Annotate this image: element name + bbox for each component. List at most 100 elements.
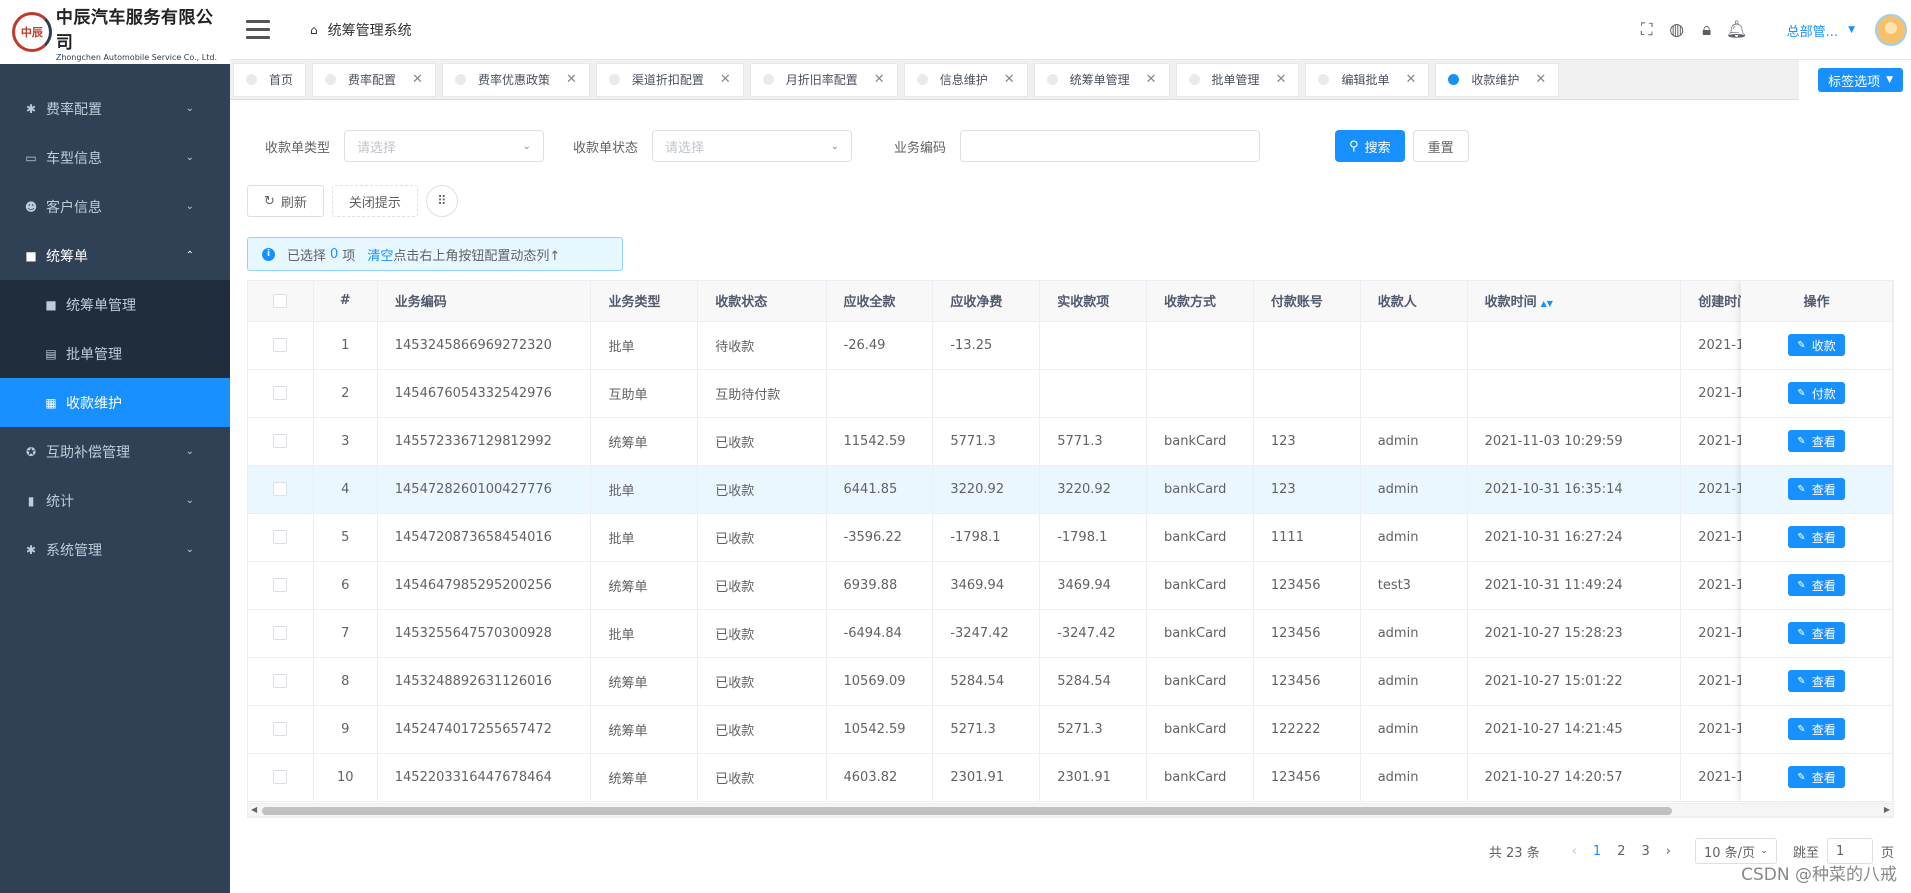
close-icon[interactable]: ✕ (874, 72, 885, 87)
search-button[interactable]: ⚲ 搜索 (1335, 130, 1405, 162)
globe-icon[interactable]: ◍ (1667, 20, 1687, 40)
tab-channel-discount[interactable]: 渠道折扣配置 ✕ (595, 62, 744, 97)
caret-down-icon[interactable]: ▼ (1848, 25, 1855, 35)
sidebar-item-payment-maintain[interactable]: ▦ 收款维护 (0, 378, 230, 427)
tab-payment-maintain[interactable]: 收款维护 ✕ (1435, 62, 1560, 97)
row-action-button[interactable]: ✎ 查看 (1788, 526, 1845, 548)
close-icon[interactable]: ✕ (720, 72, 731, 87)
close-icon[interactable]: ✕ (1535, 72, 1546, 87)
table-row[interactable]: 21454676054332542976互助单互助待付款2021-10-31 1… (248, 369, 1893, 418)
car-icon: ▭ (25, 150, 37, 165)
table-row[interactable]: 8 1453248892631126016 统筹单 已收款 10569.09 5284.5… (248, 657, 1893, 706)
page-1[interactable]: 1 (1593, 844, 1601, 859)
row-action-button[interactable]: ✎ 收款 (1788, 334, 1845, 356)
row-checkbox[interactable] (248, 609, 314, 658)
tab-policy-manage[interactable]: 统筹单管理 ✕ (1033, 62, 1170, 97)
row-checkbox[interactable] (248, 417, 314, 466)
sort-icon[interactable]: ▲▼ (1541, 299, 1553, 308)
row-action-button[interactable]: ✎ 查看 (1788, 574, 1845, 596)
payment-type-select[interactable]: 请选择 ⌄ (344, 130, 545, 162)
sidebar-item-policy-manage[interactable]: ■ 统筹单管理 (0, 280, 230, 329)
close-icon[interactable]: ✕ (1004, 72, 1015, 87)
row-action-button[interactable]: ✎ 查看 (1788, 478, 1845, 500)
sidebar-item-endorsement-manage[interactable]: ▤ 批单管理 (0, 329, 230, 378)
bell-icon[interactable]: 🔔︎ (1726, 20, 1748, 40)
row-action-button[interactable]: ✎ 查看 (1788, 718, 1845, 740)
row-action-button[interactable]: ✎ 付款 (1788, 382, 1845, 404)
avatar[interactable] (1875, 14, 1907, 46)
business-code-input[interactable] (960, 130, 1261, 162)
close-icon[interactable]: ✕ (1146, 72, 1157, 87)
payment-status-select[interactable]: 请选择 ⌄ (652, 130, 853, 162)
fullscreen-icon[interactable]: ⛶ (1637, 20, 1657, 40)
table-row[interactable]: 7 1453255647570300928 批单 已收款 -6494.84 -3247.4… (248, 609, 1893, 658)
tab-edit-endorsement[interactable]: 编辑批单 ✕ (1305, 62, 1430, 97)
table-cell: 6 (313, 561, 378, 610)
table-header-row: # 业务编码 业务类型 收款状态 应收全款 应收净费 实收款项 收款方式 付款账… (248, 281, 1893, 322)
refresh-button[interactable]: ↻ 刷新 (247, 185, 324, 217)
row-checkbox[interactable] (248, 369, 314, 418)
column-settings-icon[interactable]: ⠿ (425, 185, 458, 217)
tab-info-maintain[interactable]: 信息维护 ✕ (903, 62, 1028, 97)
table-row[interactable]: 3 1455723367129812992 统筹单 已收款 11542.59 5771.3… (248, 417, 1893, 466)
hamburger-menu-icon[interactable] (246, 20, 270, 39)
sidebar-item-vehicle-info[interactable]: ▭ 车型信息 ⌄ (0, 133, 230, 182)
table-row[interactable]: 6 1454647985295200256 统筹单 已收款 6939.88 3469.94… (248, 561, 1893, 610)
row-checkbox[interactable] (248, 561, 314, 610)
edit-icon: ✎ (1797, 483, 1806, 495)
row-action-button[interactable]: ✎ 查看 (1788, 622, 1845, 644)
row-action-button[interactable]: ✎ 查看 (1788, 430, 1845, 452)
row-action-button[interactable]: ✎ 查看 (1788, 766, 1845, 788)
table-cell: 3220.92 (1039, 465, 1148, 514)
close-icon[interactable]: ✕ (1276, 72, 1287, 87)
select-all-checkbox[interactable] (248, 281, 314, 322)
sidebar-item-statistics[interactable]: ▮ 统计 ⌄ (0, 476, 230, 525)
sidebar-item-rate-config[interactable]: ✱ 费率配置 ⌄ (0, 84, 230, 133)
close-icon[interactable]: ✕ (412, 72, 423, 87)
sidebar-item-mutual-compensation[interactable]: ✪ 互助补偿管理 ⌄ (0, 427, 230, 476)
page-2[interactable]: 2 (1617, 844, 1625, 859)
row-checkbox[interactable] (248, 513, 314, 562)
row-checkbox[interactable] (248, 465, 314, 514)
row-checkbox[interactable] (248, 657, 314, 706)
scroll-thumb[interactable] (262, 807, 1672, 815)
chevron-down-icon: ⌄ (185, 152, 194, 163)
close-icon[interactable]: ✕ (1405, 72, 1416, 87)
table-row[interactable]: 1 1453245866969272320 批单 待收款 -26.49 -13.25 202… (248, 321, 1893, 370)
tab-endorsement-manage[interactable]: 批单管理 ✕ (1175, 62, 1300, 97)
tab-rate-config[interactable]: 费率配置 ✕ (312, 62, 436, 97)
scroll-right-icon[interactable]: ▶ (1884, 805, 1890, 814)
tab-rate-discount[interactable]: 费率优惠政策 ✕ (441, 62, 590, 97)
page-3[interactable]: 3 (1641, 844, 1649, 859)
next-page-icon[interactable]: › (1666, 844, 1671, 859)
sidebar-item-system-manage[interactable]: ✱ 系统管理 ⌄ (0, 525, 230, 574)
scroll-left-icon[interactable]: ◀ (251, 805, 257, 814)
table-row[interactable]: 5 1454720873658454016 批单 已收款 -3596.22 -1798.1… (248, 513, 1893, 562)
table-row[interactable]: 9 1452474017255657472 统筹单 已收款 10542.59 5271.3… (248, 705, 1893, 754)
close-icon[interactable]: ✕ (566, 72, 577, 87)
table-cell: admin (1360, 417, 1468, 466)
clear-selection-link[interactable]: 清空 (367, 245, 393, 264)
reset-button[interactable]: 重置 (1412, 130, 1469, 162)
tab-home[interactable]: 首页 (233, 62, 307, 97)
row-checkbox[interactable] (248, 705, 314, 754)
sidebar-item-policy[interactable]: ■ 统筹单 ⌃ (0, 231, 230, 280)
horizontal-scrollbar[interactable]: ◀ ▶ (247, 803, 1894, 817)
table-row[interactable]: 10 1452203316447678464 统筹单 已收款 4603.82 2301.9… (248, 753, 1893, 802)
operation-column: 操作 ✎ 收款 ✎ 付款 ✎ 查看 ✎ 查看 ✎ 查看 ✎ 查看 ✎ 查看 ✎ 查看 ✎ 查看 ✎ 查看 (1741, 281, 1893, 802)
row-checkbox[interactable] (248, 753, 314, 802)
tab-depreciation[interactable]: 月折旧率配置 ✕ (749, 62, 898, 97)
sidebar-item-customer-info[interactable]: ☻ 客户信息 ⌄ (0, 182, 230, 231)
tab-options-button[interactable]: 标签选项 ▼ (1818, 68, 1903, 92)
close-tip-button[interactable]: 关闭提示 (331, 185, 418, 217)
caret-down-icon: ▼ (1886, 75, 1893, 85)
home-icon[interactable]: ⌂ (310, 23, 318, 37)
row-action-button[interactable]: ✎ 查看 (1788, 670, 1845, 692)
column-header-sortable[interactable]: 收款时间 ▲▼ (1467, 281, 1682, 322)
column-header: 收款人 (1360, 281, 1468, 322)
row-checkbox[interactable] (248, 321, 314, 370)
lock-icon[interactable]: 🔒︎ (1697, 20, 1717, 40)
user-name[interactable]: 总部管... (1787, 21, 1838, 40)
prev-page-icon[interactable]: ‹ (1572, 844, 1577, 859)
table-row[interactable]: 4 1454728260100427776 批单 已收款 6441.85 3220.92 3… (248, 465, 1893, 514)
